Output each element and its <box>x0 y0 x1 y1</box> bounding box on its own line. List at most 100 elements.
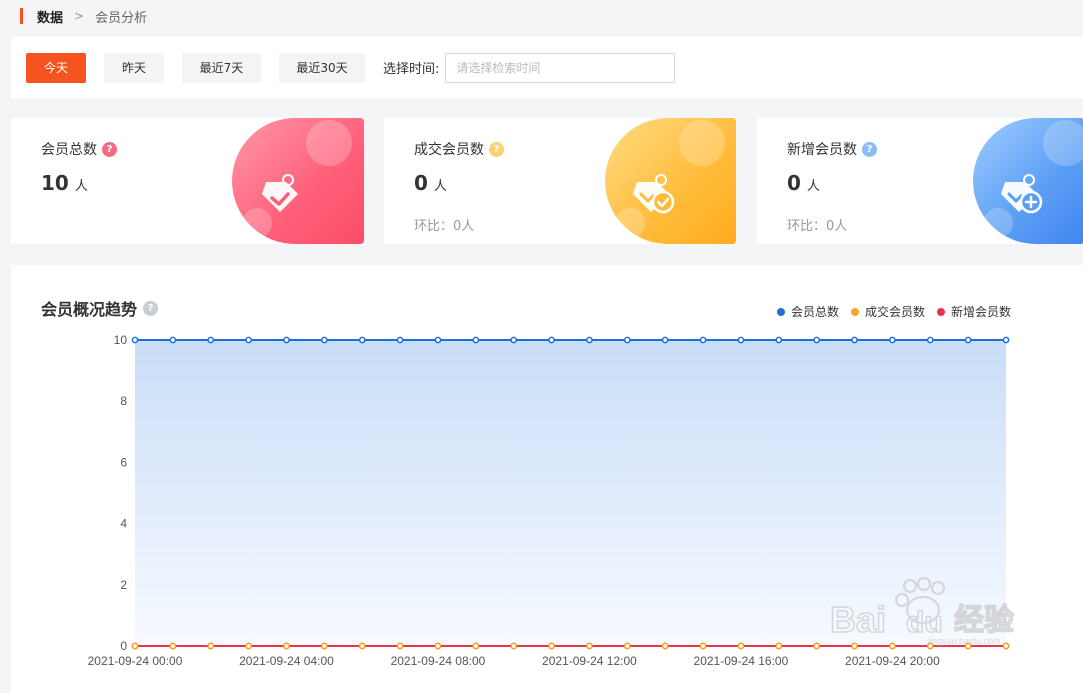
x-tick-label: 2021-09-24 20:00 <box>845 654 940 668</box>
stat-card-label-text: 会员总数 <box>41 142 97 158</box>
data-point <box>434 336 442 344</box>
data-point <box>169 336 177 344</box>
data-point <box>472 642 480 650</box>
stat-card-label: 新增会员数 ? <box>787 139 877 159</box>
breadcrumb-root[interactable]: 数据 <box>37 7 63 26</box>
data-point <box>926 336 934 344</box>
legend-dot <box>936 307 945 316</box>
data-point <box>737 642 745 650</box>
chart-title-text: 会员概况趋势 <box>41 300 138 319</box>
y-tick-label: 6 <box>120 455 127 469</box>
data-point <box>245 336 252 344</box>
data-point <box>699 336 707 344</box>
breadcrumb: 数据 > 会员分析 <box>0 0 1083 32</box>
data-point <box>396 642 404 650</box>
stat-card-unit: 人 <box>74 179 88 194</box>
data-point <box>548 336 555 344</box>
svg-text:jingyan.baidu.com: jingyan.baidu.com <box>927 636 1001 646</box>
data-point <box>586 642 593 650</box>
data-point <box>775 336 783 344</box>
stat-card-number: 0 <box>787 171 801 195</box>
time-range-input[interactable] <box>445 52 676 83</box>
data-point <box>207 642 215 650</box>
svg-text:du: du <box>906 606 943 639</box>
diamond-check-icon <box>262 174 298 212</box>
breadcrumb-accent-bar <box>20 8 23 24</box>
filter-yesterday-button[interactable]: 昨天 <box>104 52 164 83</box>
diamond-plus-icon <box>1001 174 1043 214</box>
data-point <box>131 336 139 344</box>
data-point <box>396 336 404 344</box>
x-tick-label: 2021-09-24 08:00 <box>391 654 486 668</box>
baidu-jingyan-watermark-logo: Bai du 经验 jingyan.baidu.com <box>829 577 1015 646</box>
data-point <box>775 642 783 650</box>
y-tick-label: 2 <box>120 578 127 592</box>
stat-card-deal-members: 成交会员数 ? 0 人 环比：0人 <box>384 118 736 244</box>
breadcrumb-separator: > <box>74 9 85 23</box>
filter-today-button[interactable]: 今天 <box>26 52 86 83</box>
chart-legend: 会员总数 成交会员数 新增会员数 <box>765 303 1011 320</box>
data-point <box>623 642 631 650</box>
stat-card-value: 0 人 <box>414 171 447 195</box>
data-point <box>813 336 821 344</box>
x-tick-label: 2021-09-24 16:00 <box>694 654 789 668</box>
chart-title: 会员概况趋势 ? <box>41 296 159 320</box>
help-icon[interactable]: ? <box>489 141 504 157</box>
legend-label: 新增会员数 <box>950 305 1011 319</box>
filter-last-30-days-button[interactable]: 最近30天 <box>279 52 365 83</box>
stat-card-label: 成交会员数 ? <box>414 139 504 159</box>
help-icon[interactable]: ? <box>143 300 159 316</box>
card-decoration <box>232 118 364 244</box>
data-point <box>358 642 366 650</box>
data-point <box>131 642 139 650</box>
date-filter-panel: 今天 昨天 最近7天 最近30天 选择时间: <box>11 37 1083 98</box>
help-icon[interactable]: ? <box>102 141 117 157</box>
card-decoration <box>605 118 736 244</box>
y-tick-label: 10 <box>114 333 128 347</box>
stat-card-new-members: 新增会员数 ? 0 人 环比：0人 <box>757 118 1083 244</box>
legend-item-deal-members[interactable]: 成交会员数 <box>850 303 925 320</box>
data-point <box>510 642 518 650</box>
x-tick-label: 2021-09-24 00:00 <box>88 654 183 668</box>
time-select-label: 选择时间: <box>383 62 440 77</box>
data-point <box>245 642 252 650</box>
data-point <box>169 642 177 650</box>
stat-card-value: 10 人 <box>41 171 88 195</box>
card-decoration <box>973 118 1083 244</box>
legend-item-total-members[interactable]: 会员总数 <box>776 303 839 320</box>
breadcrumb-current: 会员分析 <box>95 10 148 26</box>
data-point <box>207 336 215 344</box>
legend-label: 成交会员数 <box>864 305 925 319</box>
data-point <box>623 336 631 344</box>
stat-card-label-text: 新增会员数 <box>787 142 857 158</box>
data-point <box>699 642 707 650</box>
svg-text:Bai: Bai <box>830 599 886 640</box>
stat-card-label: 会员总数 ? <box>41 139 117 159</box>
data-point <box>964 336 972 344</box>
legend-dot <box>776 307 785 316</box>
stat-card-value: 0 人 <box>787 171 820 195</box>
stat-card-ratio: 环比：0人 <box>414 219 475 234</box>
data-point <box>813 642 821 650</box>
legend-dot <box>850 307 859 316</box>
filter-last-7-days-button[interactable]: 最近7天 <box>182 52 261 83</box>
stat-card-total-members: 会员总数 ? 10 人 <box>11 118 364 244</box>
data-point <box>320 336 328 344</box>
data-point <box>1002 336 1010 344</box>
legend-item-new-members[interactable]: 新增会员数 <box>936 303 1011 320</box>
y-tick-label: 8 <box>120 394 127 408</box>
data-point <box>283 642 290 650</box>
legend-label: 会员总数 <box>790 305 839 319</box>
help-icon[interactable]: ? <box>862 141 877 157</box>
data-point <box>586 336 593 344</box>
stat-card-number: 0 <box>414 171 428 195</box>
stat-card-unit: 人 <box>806 179 820 194</box>
y-tick-label: 4 <box>120 517 127 531</box>
stat-card-ratio: 环比：0人 <box>787 219 848 234</box>
data-point <box>283 336 290 344</box>
y-tick-label: 0 <box>120 639 127 653</box>
data-point <box>661 642 669 650</box>
data-point <box>434 642 442 650</box>
svg-text:经验: 经验 <box>954 603 1014 638</box>
data-point <box>358 336 366 344</box>
